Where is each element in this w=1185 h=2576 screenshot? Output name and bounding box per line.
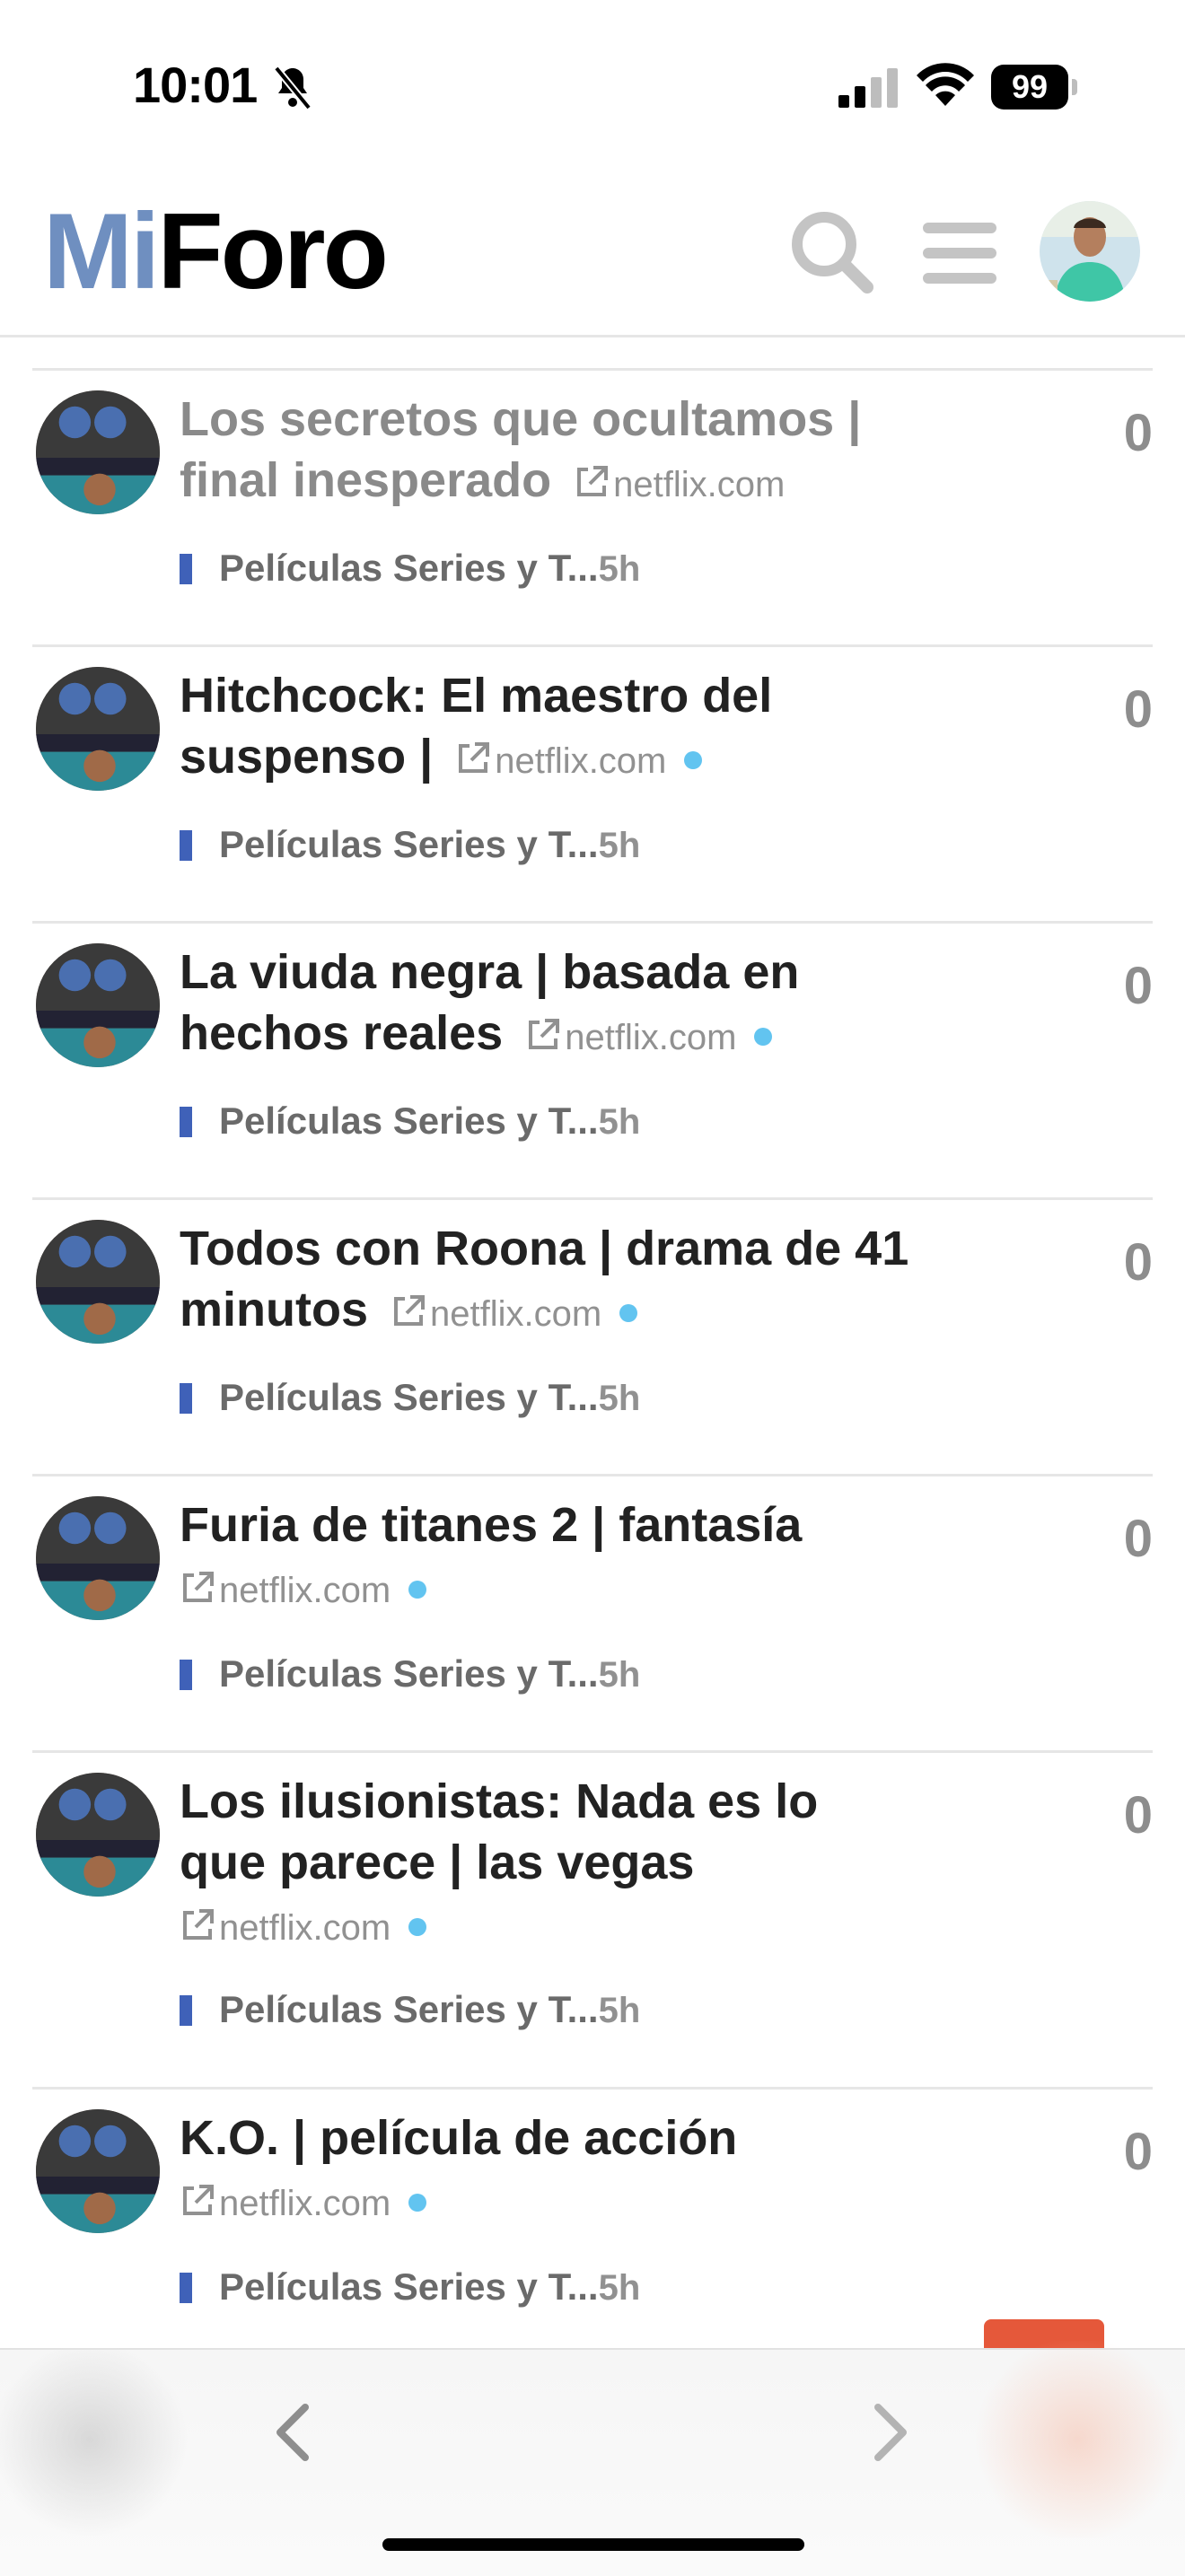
reply-count[interactable]: 0 <box>1124 403 1153 463</box>
category-color-bar <box>180 830 192 861</box>
poster-avatar[interactable] <box>36 1496 160 1620</box>
poster-avatar[interactable] <box>36 943 160 1067</box>
category-badge[interactable]: Películas Series y T... <box>219 1100 599 1142</box>
topic-row[interactable]: Los secretos que ocultamos | final inesp… <box>32 368 1153 644</box>
chevron-right-icon[interactable] <box>864 2400 917 2465</box>
topic-domain[interactable]: netflix.com <box>613 465 785 504</box>
topic-meta: Películas Series y T...5h <box>180 547 640 590</box>
logo-foro: Foro <box>157 191 389 311</box>
topic-title[interactable]: Los ilusionistas: Nada es lo que parece … <box>180 1771 916 1958</box>
category-color-bar <box>180 2273 192 2303</box>
topic-domain[interactable]: netflix.com <box>219 2184 391 2223</box>
external-link-icon <box>394 1295 426 1326</box>
reply-count[interactable]: 0 <box>1124 956 1153 1016</box>
bell-off-icon <box>273 66 312 110</box>
topic-meta: Películas Series y T...5h <box>180 2265 640 2309</box>
external-link-icon <box>529 1019 560 1049</box>
external-link-icon <box>183 1909 214 1940</box>
topic-row[interactable]: Hitchcock: El maestro del suspenso | net… <box>32 644 1153 921</box>
topic-domain[interactable]: netflix.com <box>219 1571 391 1610</box>
status-time: 10:01 <box>133 57 258 113</box>
external-link-icon <box>183 1572 214 1602</box>
hamburger-menu-icon[interactable] <box>919 217 1000 289</box>
topic-row[interactable]: Todos con Roona | drama de 41 minutos ne… <box>32 1197 1153 1474</box>
topic-age: 5h <box>598 1102 641 1142</box>
category-badge[interactable]: Películas Series y T... <box>219 823 599 865</box>
reply-count[interactable]: 0 <box>1124 679 1153 740</box>
chevron-left-icon[interactable] <box>266 2400 320 2465</box>
poster-avatar[interactable] <box>36 1773 160 1897</box>
topic-meta: Películas Series y T...5h <box>180 1100 640 1143</box>
category-color-bar <box>180 554 192 584</box>
battery-indicator: 99 <box>991 65 1077 110</box>
category-badge[interactable]: Películas Series y T... <box>219 1652 599 1695</box>
topic-title-text[interactable]: Furia de titanes 2 | fantasía <box>180 1498 802 1552</box>
external-link-icon <box>577 466 609 496</box>
topic-title[interactable]: La viuda negra | basada en hechos reales… <box>180 942 916 1068</box>
poster-avatar[interactable] <box>36 2109 160 2233</box>
user-avatar[interactable] <box>1040 201 1140 302</box>
category-color-bar <box>180 1995 192 2026</box>
poster-avatar[interactable] <box>36 390 160 514</box>
topic-age: 5h <box>598 1655 641 1695</box>
wifi-icon <box>917 63 974 106</box>
unread-indicator <box>619 1304 638 1322</box>
toolbar-blur-left <box>0 2350 189 2538</box>
unread-indicator <box>408 1581 427 1599</box>
poster-avatar[interactable] <box>36 667 160 791</box>
topic-meta: Películas Series y T...5h <box>180 1652 640 1695</box>
site-logo[interactable]: MiForo <box>43 197 389 305</box>
external-link-icon <box>459 742 490 773</box>
battery-tip <box>1072 79 1077 95</box>
topic-age: 5h <box>598 2268 641 2308</box>
unread-indicator <box>408 2194 427 2212</box>
category-color-bar <box>180 1660 192 1690</box>
poster-avatar[interactable] <box>36 1220 160 1344</box>
topic-row[interactable]: Furia de titanes 2 | fantasía netflix.co… <box>32 1474 1153 1750</box>
topic-age: 5h <box>598 1991 641 2030</box>
topic-domain[interactable]: netflix.com <box>430 1294 601 1334</box>
reply-count[interactable]: 0 <box>1124 1785 1153 1845</box>
topic-meta: Películas Series y T...5h <box>180 823 640 866</box>
search-icon[interactable] <box>788 208 874 294</box>
topic-age: 5h <box>598 549 641 589</box>
category-color-bar <box>180 1383 192 1414</box>
home-indicator[interactable] <box>382 2538 804 2551</box>
topic-title-text[interactable]: Los ilusionistas: Nada es lo que parece … <box>180 1774 818 1889</box>
battery-level: 99 <box>991 65 1068 110</box>
unread-indicator <box>684 751 703 769</box>
topic-title[interactable]: Los secretos que ocultamos | final inesp… <box>180 389 916 515</box>
cellular-signal-icon <box>838 68 898 108</box>
category-badge[interactable]: Películas Series y T... <box>219 2265 599 2308</box>
topic-row[interactable]: Los ilusionistas: Nada es lo que parece … <box>32 1750 1153 2087</box>
reply-count[interactable]: 0 <box>1124 1232 1153 1292</box>
category-badge[interactable]: Películas Series y T... <box>219 547 599 589</box>
topic-age: 5h <box>598 1379 641 1418</box>
reply-count[interactable]: 0 <box>1124 2122 1153 2182</box>
category-badge[interactable]: Películas Series y T... <box>219 1988 599 2030</box>
topic-meta: Películas Series y T...5h <box>180 1988 640 2031</box>
topic-meta: Películas Series y T...5h <box>180 1376 640 1419</box>
category-badge[interactable]: Películas Series y T... <box>219 1376 599 1418</box>
topic-title[interactable]: Hitchcock: El maestro del suspenso | net… <box>180 665 916 792</box>
logo-mi: Mi <box>43 191 160 311</box>
topic-title-text[interactable]: K.O. | película de acción <box>180 2111 737 2165</box>
topic-title[interactable]: Furia de titanes 2 | fantasía netflix.co… <box>180 1494 916 1621</box>
topic-age: 5h <box>598 826 641 865</box>
topic-title[interactable]: K.O. | película de acción netflix.com <box>180 2107 916 2234</box>
reply-count[interactable]: 0 <box>1124 1509 1153 1569</box>
topic-domain[interactable]: netflix.com <box>219 1908 391 1948</box>
status-bar: 10:01 99 <box>0 0 1185 171</box>
unread-indicator <box>408 1918 427 1936</box>
topic-list: Los secretos que ocultamos | final inesp… <box>0 368 1185 2366</box>
site-header: MiForo <box>0 171 1185 337</box>
toolbar-blur-right <box>970 2341 1185 2538</box>
topic-domain[interactable]: netflix.com <box>495 741 666 781</box>
topic-domain[interactable]: netflix.com <box>565 1018 736 1057</box>
topic-row[interactable]: La viuda negra | basada en hechos reales… <box>32 921 1153 1197</box>
external-link-icon <box>183 2185 214 2215</box>
category-color-bar <box>180 1107 192 1137</box>
topic-title[interactable]: Todos con Roona | drama de 41 minutos ne… <box>180 1218 916 1345</box>
unread-indicator <box>754 1028 773 1046</box>
